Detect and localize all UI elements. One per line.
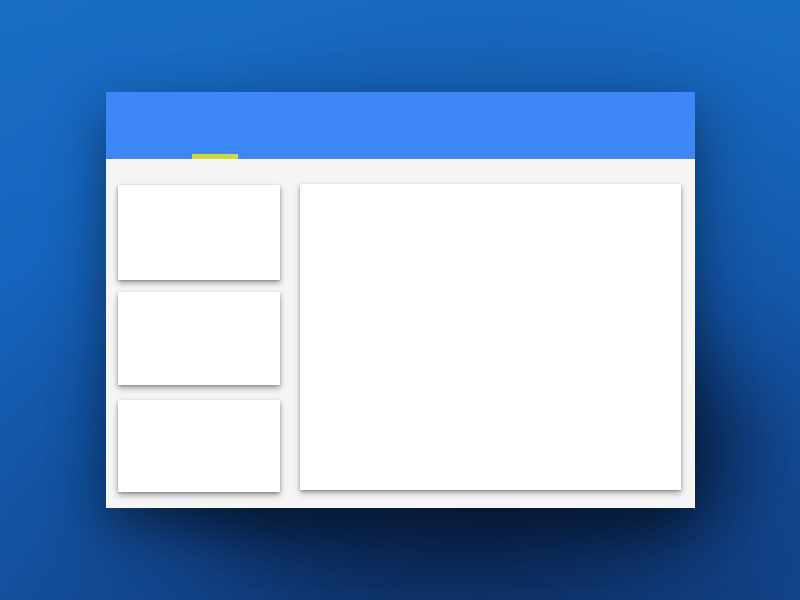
active-tab-indicator[interactable] xyxy=(192,154,238,159)
main-content-panel[interactable] xyxy=(300,184,681,490)
app-window xyxy=(106,92,695,508)
sidebar-card-1[interactable] xyxy=(118,185,280,280)
sidebar-card-2[interactable] xyxy=(118,292,280,385)
sidebar-card-3[interactable] xyxy=(118,400,280,492)
app-header-bar xyxy=(106,92,695,159)
